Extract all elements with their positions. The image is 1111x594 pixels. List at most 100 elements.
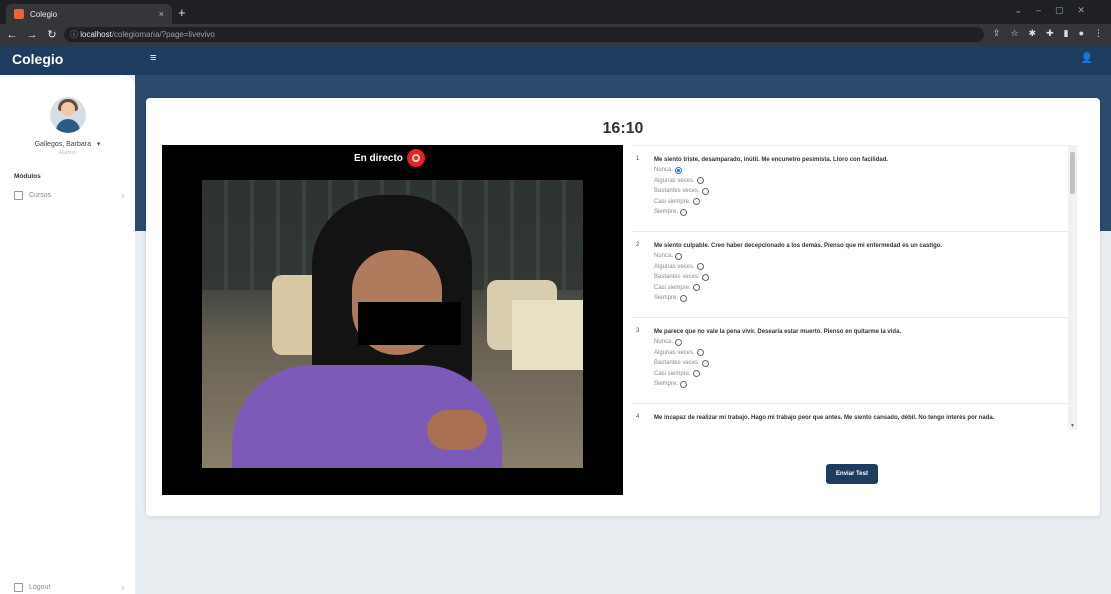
scrollbar-thumb[interactable] <box>1070 152 1075 194</box>
brand-title[interactable]: Colegio <box>12 51 63 67</box>
option-label: Siempre. <box>654 295 679 301</box>
option-radio[interactable] <box>692 284 700 292</box>
browser-tab[interactable]: Colegio × <box>6 4 172 24</box>
option-radio[interactable] <box>701 187 709 195</box>
bookmark-star-icon[interactable]: ☆ <box>1010 28 1018 39</box>
logout-label: Logout <box>29 584 51 591</box>
live-indicator: En directo <box>354 149 425 167</box>
option-radio[interactable] <box>696 177 704 185</box>
app-header: Colegio ≡ 👤 <box>0 45 1111 75</box>
option-label: Siempre. <box>654 209 679 215</box>
option-label: Nunca. <box>654 253 674 259</box>
option-radio[interactable] <box>692 370 700 378</box>
question-number: 3 <box>636 328 640 334</box>
new-tab-button[interactable]: + <box>178 5 186 20</box>
question-text: Me siento culpable. Creo haber decepcion… <box>654 243 943 249</box>
option-radio[interactable] <box>696 263 704 271</box>
puzzle-icon[interactable]: ✚ <box>1046 28 1054 39</box>
record-icon <box>406 149 425 167</box>
question-number: 2 <box>636 242 640 248</box>
option-row: Siempre. <box>654 379 709 390</box>
forward-icon[interactable]: → <box>24 29 40 41</box>
modules-heading: Módulos <box>14 173 41 180</box>
url-path: /colegiomaria/?page=livevivo <box>111 30 215 39</box>
sidebar-item-cursos[interactable]: Cursos › <box>14 191 124 200</box>
user-menu-icon[interactable]: 👤 <box>1081 53 1093 64</box>
option-label: Algunas veces. <box>654 349 695 356</box>
option-radio[interactable] <box>675 338 683 346</box>
window-controls[interactable]: ⌄–▢✕ <box>1014 5 1099 16</box>
questions-list[interactable]: 1 Me siento triste, desamparado, inútil.… <box>632 145 1077 430</box>
option-radio[interactable] <box>696 349 704 357</box>
question-text: Me siento triste, desamparado, inútil. M… <box>654 157 889 163</box>
option-label: Algunas veces. <box>654 177 695 184</box>
question-text: Me incapaz de realizar mi trabajo. Hago … <box>654 415 995 421</box>
option-row: Bastantes veces. <box>654 186 709 197</box>
chevron-right-icon: › <box>121 583 124 592</box>
chevron-right-icon: › <box>121 191 124 200</box>
option-radio[interactable] <box>701 273 709 281</box>
user-role: Alumno <box>59 150 76 156</box>
option-label: Casi siempre. <box>654 198 691 205</box>
favicon-icon <box>14 9 24 19</box>
option-row: Bastantes veces. <box>654 358 709 369</box>
tab-close-icon[interactable]: × <box>159 9 164 19</box>
option-row: Algunas veces. <box>654 348 709 359</box>
option-row: Bastantes veces. <box>654 272 709 283</box>
option-row: Algunas veces. <box>654 176 709 187</box>
address-bar[interactable]: ⓘ localhost /colegiomaria/?page=livevivo <box>64 27 984 42</box>
tab-title: Colegio <box>30 9 58 19</box>
option-row: Siempre. <box>654 207 709 218</box>
option-label: Nunca. <box>654 339 674 345</box>
option-row: Casi siempre. <box>654 283 709 294</box>
sidepanel-icon[interactable]: ▮ <box>1064 28 1069 39</box>
logout-item[interactable]: Logout › <box>14 583 124 592</box>
menu-dots-icon[interactable]: ⋮ <box>1094 28 1103 39</box>
option-label: Nunca. <box>654 167 674 173</box>
option-row: Siempre. <box>654 293 709 304</box>
sidebar: Gallegos, Barbara ▾ Alumno Módulos Curso… <box>0 75 135 594</box>
live-label: En directo <box>354 152 403 164</box>
questions-scrollbar[interactable]: ▼ <box>1068 146 1077 430</box>
option-label: Siempre. <box>654 381 679 387</box>
question-item: 1 Me siento triste, desamparado, inútil.… <box>632 146 1068 232</box>
browser-tab-strip: Colegio × + ⌄–▢✕ <box>0 0 1111 24</box>
option-label: Casi siempre. <box>654 370 691 377</box>
book-icon <box>14 191 23 200</box>
option-label: Algunas veces. <box>654 263 695 270</box>
user-name-dropdown[interactable]: Gallegos, Barbara ▾ <box>0 140 135 148</box>
option-radio[interactable] <box>692 198 700 206</box>
option-radio[interactable] <box>680 294 688 302</box>
user-name: Gallegos, Barbara <box>34 141 92 148</box>
privacy-redaction-box <box>358 302 461 345</box>
reload-icon[interactable]: ↻ <box>44 28 60 41</box>
logout-icon <box>14 583 23 592</box>
option-radio[interactable] <box>675 252 683 260</box>
option-label: Bastantes veces. <box>654 274 700 280</box>
test-card: 16:10 En directo 1 Me siento triste, des… <box>146 98 1100 516</box>
question-item: 4 Me incapaz de realizar mi trabajo. Hag… <box>632 404 1068 430</box>
scroll-down-icon[interactable]: ▼ <box>1070 423 1075 429</box>
caret-down-icon: ▾ <box>92 141 101 148</box>
option-row: Casi siempre. <box>654 369 709 380</box>
option-label: Bastantes veces. <box>654 360 700 366</box>
option-radio[interactable] <box>675 166 683 174</box>
question-item: 3 Me parece que no vale la pena vivir. D… <box>632 318 1068 404</box>
share-icon[interactable]: ⇪ <box>993 28 1001 39</box>
question-number: 4 <box>636 414 640 420</box>
back-icon[interactable]: ← <box>4 29 20 41</box>
option-row: Nunca. <box>654 165 709 176</box>
option-row: Nunca. <box>654 251 709 262</box>
option-radio[interactable] <box>701 359 709 367</box>
option-radio[interactable] <box>680 380 688 388</box>
option-label: Bastantes veces. <box>654 188 700 194</box>
profile-icon[interactable]: ● <box>1079 28 1084 39</box>
hamburger-icon[interactable]: ≡ <box>150 52 156 64</box>
info-icon: ⓘ <box>70 30 81 39</box>
extension-icon[interactable]: ✱ <box>1029 28 1037 39</box>
live-video-panel: En directo <box>162 145 623 495</box>
option-radio[interactable] <box>680 208 688 216</box>
submit-test-button[interactable]: Enviar Test <box>826 464 878 484</box>
option-row: Nunca. <box>654 337 709 348</box>
avatar <box>50 97 86 133</box>
